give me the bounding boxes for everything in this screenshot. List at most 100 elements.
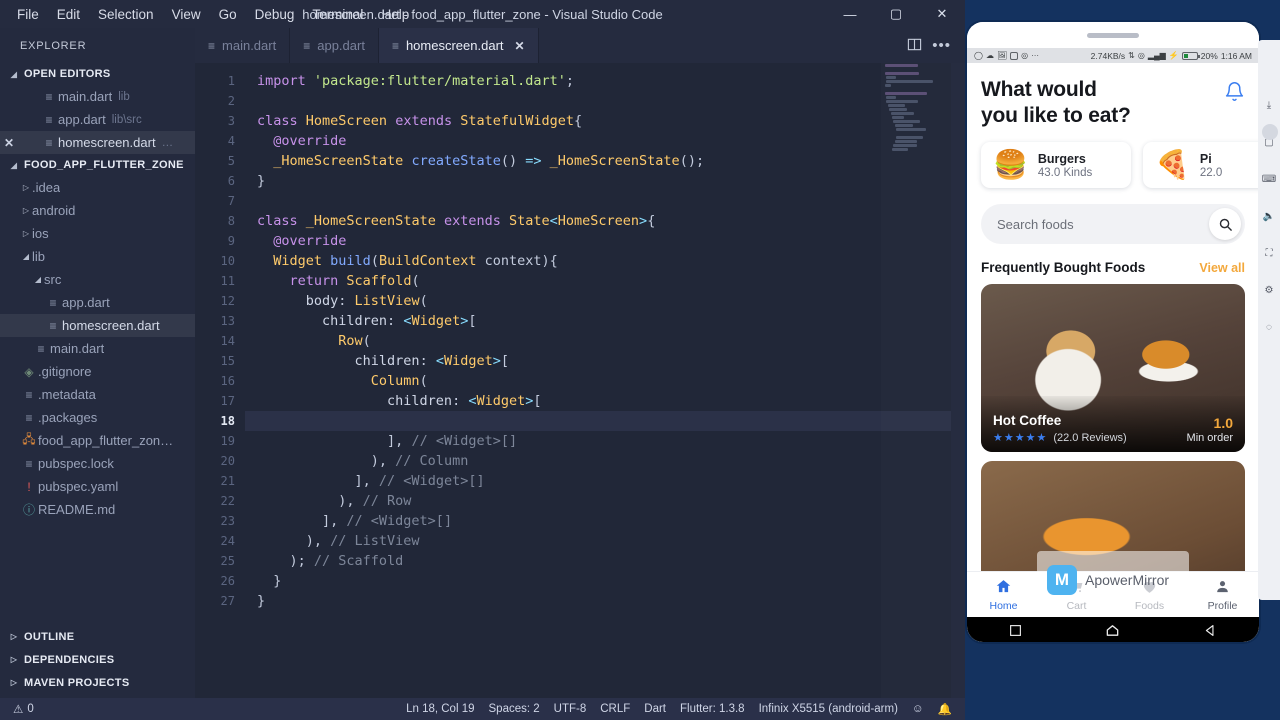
code-line[interactable]: body: ListView(: [245, 291, 965, 311]
tree-item-food-app-flutter-zon-[interactable]: 🖧 food_app_flutter_zon…: [0, 429, 195, 452]
notification-bell-icon[interactable]: [1224, 81, 1245, 105]
code-line[interactable]: ], // <Widget>[]: [245, 471, 965, 491]
search-bar[interactable]: [981, 204, 1245, 245]
notifications-bell-icon[interactable]: 🔔: [931, 698, 959, 720]
project-section-header[interactable]: ◢ FOOD_APP_FLUTTER_ZONE: [0, 154, 195, 176]
menu-item-selection[interactable]: Selection: [89, 3, 163, 26]
menu-item-terminal[interactable]: Terminal: [303, 3, 372, 26]
code-line[interactable]: ], // <Widget>[]: [245, 511, 965, 531]
chevron-right-icon[interactable]: ▷: [20, 183, 32, 192]
open-editor-item[interactable]: ≡ app.dart lib\src: [0, 108, 195, 131]
tree-item-android[interactable]: ▷ android: [0, 199, 195, 222]
nav-item-profile[interactable]: Profile: [1186, 578, 1259, 612]
sidebar-section-maven-projects[interactable]: ▷ MAVEN PROJECTS: [0, 671, 195, 694]
tree-item-homescreen-dart[interactable]: ≡ homescreen.dart: [0, 314, 195, 337]
code-line[interactable]: ), // Column: [245, 451, 965, 471]
code-line[interactable]: children: <Widget>[: [245, 311, 965, 331]
home-outline-icon[interactable]: [1105, 623, 1120, 641]
tree-item--metadata[interactable]: ≡ .metadata: [0, 383, 195, 406]
code-line[interactable]: children: <Widget>[: [245, 351, 965, 371]
tab-homescreen-dart[interactable]: ≡ homescreen.dart ✕: [378, 28, 539, 63]
maximize-button[interactable]: ▢: [873, 0, 919, 28]
code-line[interactable]: [245, 191, 965, 211]
tree-item-pubspec-yaml[interactable]: ! pubspec.yaml: [0, 475, 195, 498]
app-scroll-content[interactable]: What would you like to eat? 🍔 Burgers 43.0…: [967, 63, 1259, 630]
code-line[interactable]: Widget build(BuildContext context){: [245, 251, 965, 271]
tab-main-dart[interactable]: ≡ main.dart: [195, 28, 291, 63]
code-line[interactable]: Column(: [245, 371, 965, 391]
open-editor-item[interactable]: ≡ main.dart lib: [0, 85, 195, 108]
scroll-thumb[interactable]: [1262, 124, 1278, 140]
code-line[interactable]: class _HomeScreenState extends State<Hom…: [245, 211, 965, 231]
more-tool-icon[interactable]: ◌: [1266, 322, 1272, 333]
code-line[interactable]: children: <Widget>[: [245, 391, 965, 411]
category-card[interactable]: 🍔 Burgers 43.0 Kinds: [981, 142, 1131, 189]
code-content[interactable]: import 'package:flutter/material.dart'; …: [245, 63, 965, 698]
search-input[interactable]: [997, 216, 1209, 232]
search-button[interactable]: [1209, 208, 1241, 241]
volume-tool-icon[interactable]: 🔈: [1263, 211, 1275, 222]
menu-item-go[interactable]: Go: [210, 3, 246, 26]
tree-item-app-dart[interactable]: ≡ app.dart: [0, 291, 195, 314]
menu-item-edit[interactable]: Edit: [48, 3, 89, 26]
tree-item-lib[interactable]: ◢ lib: [0, 245, 195, 268]
feedback-smiley-icon[interactable]: ☺: [905, 698, 931, 720]
tree-item-main-dart[interactable]: ≡ main.dart: [0, 337, 195, 360]
tree-item--gitignore[interactable]: ◈ .gitignore: [0, 360, 195, 383]
minimize-button[interactable]: —: [827, 0, 873, 28]
fullscreen-tool-icon[interactable]: ⛶: [1266, 248, 1273, 259]
sidebar-section-outline[interactable]: ▷ OUTLINE: [0, 625, 195, 648]
code-line[interactable]: Row(: [245, 331, 965, 351]
category-card[interactable]: 🍕 Pi 22.0: [1143, 142, 1259, 189]
code-line[interactable]: }: [245, 571, 965, 591]
split-editor-icon[interactable]: [907, 37, 922, 55]
tree-item-src[interactable]: ◢ src: [0, 268, 195, 291]
tree-item--packages[interactable]: ≡ .packages: [0, 406, 195, 429]
close-icon[interactable]: ✕: [0, 136, 18, 150]
sidebar-section-dependencies[interactable]: ▷ DEPENDENCIES: [0, 648, 195, 671]
tree-item-readme-md[interactable]: ⓘ README.md: [0, 498, 195, 521]
tab-app-dart[interactable]: ≡ app.dart: [290, 28, 379, 63]
back-triangle-icon[interactable]: [1204, 624, 1217, 640]
chevron-right-icon[interactable]: ▷: [20, 206, 32, 215]
menu-item-file[interactable]: File: [8, 3, 48, 26]
menu-item-debug[interactable]: Debug: [246, 3, 304, 26]
code-line[interactable]: @override: [245, 131, 965, 151]
code-line[interactable]: ), // ListView: [245, 531, 965, 551]
editor-scrollbar[interactable]: [951, 63, 965, 698]
tab-close-icon[interactable]: ✕: [515, 39, 525, 53]
view-all-link[interactable]: View all: [1199, 261, 1245, 275]
open-editor-item[interactable]: ✕ ≡ homescreen.dart…: [0, 131, 195, 154]
code-line[interactable]: ], // <Widget>[]: [245, 431, 965, 451]
menu-item-help[interactable]: Help: [372, 3, 418, 26]
chevron-down-icon[interactable]: ◢: [20, 252, 32, 261]
status-item-3[interactable]: CRLF: [593, 698, 637, 720]
screenshot-tool-icon[interactable]: ⤓: [1267, 100, 1271, 111]
menu-item-view[interactable]: View: [163, 3, 210, 26]
tree-item-pubspec-lock[interactable]: ≡ pubspec.lock: [0, 452, 195, 475]
code-line[interactable]: import 'package:flutter/material.dart';: [245, 71, 965, 91]
code-editor[interactable]: 1 2 3 4 5 6 7 8 9 10 11 12 13 14 15 16 17 18 19 20 21 22 23 24 2…: [195, 63, 965, 698]
status-item-6[interactable]: Infinix X5515 (android-arm): [752, 698, 905, 720]
code-line[interactable]: [245, 91, 965, 111]
tree-item--idea[interactable]: ▷ .idea: [0, 176, 195, 199]
more-actions-icon[interactable]: •••: [932, 37, 951, 54]
open-editors-section-header[interactable]: ◢ OPEN EDITORS: [0, 63, 195, 85]
tree-item-ios[interactable]: ▷ ios: [0, 222, 195, 245]
problems-indicator[interactable]: ⚠ 0: [6, 698, 41, 720]
status-item-4[interactable]: Dart: [637, 698, 673, 720]
code-line[interactable]: return Scaffold(: [245, 271, 965, 291]
status-item-1[interactable]: Spaces: 2: [482, 698, 547, 720]
chevron-right-icon[interactable]: ▷: [20, 229, 32, 238]
code-line[interactable]: [245, 411, 965, 431]
code-line[interactable]: @override: [245, 231, 965, 251]
code-line[interactable]: ); // Scaffold: [245, 551, 965, 571]
chevron-down-icon[interactable]: ◢: [32, 275, 44, 284]
code-line[interactable]: ), // Row: [245, 491, 965, 511]
status-item-2[interactable]: UTF-8: [547, 698, 594, 720]
code-line[interactable]: }: [245, 171, 965, 191]
nav-item-home[interactable]: Home: [967, 578, 1040, 612]
close-button[interactable]: ✕: [919, 0, 965, 28]
status-item-0[interactable]: Ln 18, Col 19: [399, 698, 481, 720]
settings-tool-icon[interactable]: ⚙: [1265, 285, 1274, 296]
